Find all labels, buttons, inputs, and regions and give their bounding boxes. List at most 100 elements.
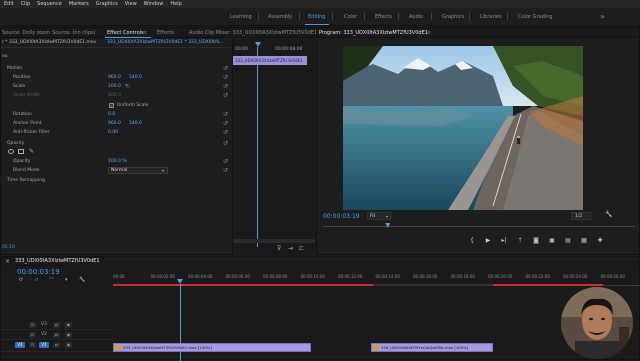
go-to-in-icon[interactable]: { <box>467 236 477 246</box>
blend-mode-row: Blend Mode Normal ▾ ↺ <box>1 167 229 176</box>
position-reset-icon[interactable]: ↺ <box>222 74 229 81</box>
anchor-reset-icon[interactable]: ↺ <box>222 120 229 127</box>
time-ruler[interactable]: 00:00 00:00:02:00 00:00:04:00 00:00:06:00 00… <box>113 270 640 288</box>
pen-mask-icon[interactable]: ✎ <box>29 148 34 155</box>
track-header-v1: V1 ⊡ V1 ⇄ ◉ <box>1 340 113 352</box>
workspace-libraries[interactable]: Libraries <box>480 14 502 20</box>
timeline-settings-icon[interactable]: 🔧 <box>79 277 85 283</box>
scale-reset-icon[interactable]: ↺ <box>222 83 229 90</box>
lock-icon[interactable]: ⊡ <box>29 342 36 348</box>
lock-icon[interactable]: ⊡ <box>29 322 36 328</box>
tab-effect-controls[interactable]: Effect Controls <box>107 30 144 36</box>
workspace-editing[interactable]: Editing <box>308 14 325 20</box>
workspace-effects[interactable]: Effects <box>375 14 392 20</box>
anchor-x-value[interactable]: 960.0 <box>108 121 121 126</box>
nest-toggle-icon[interactable]: ⟳ <box>19 277 23 283</box>
workspace-assembly[interactable]: Assembly <box>268 14 292 20</box>
mini-timeline-start: 00:00 <box>235 47 248 52</box>
tab-effects[interactable]: Effects <box>157 30 174 36</box>
mini-playhead-icon[interactable] <box>255 42 261 47</box>
timeline-menu-icon[interactable]: ≡ <box>83 258 87 264</box>
linked-selection-icon[interactable]: ⌒ <box>49 277 54 284</box>
eye-icon[interactable]: ◉ <box>65 322 72 328</box>
menu-window[interactable]: Window <box>144 1 164 7</box>
ellipse-mask-icon[interactable] <box>8 149 14 154</box>
rotation-value[interactable]: 0.0 <box>108 112 115 117</box>
menu-clip[interactable]: Clip <box>21 1 30 7</box>
rotation-reset-icon[interactable]: ↺ <box>222 111 229 118</box>
export-frame-icon[interactable]: ◙ <box>531 236 541 246</box>
timeline-clip-1[interactable]: 333_UDXl0tA3XlzlwMTZfU3V0dE1.mov [100%] <box>113 343 311 352</box>
program-menu-icon[interactable]: ≡ <box>427 30 431 36</box>
program-timecode[interactable]: 00:00:03:19 <box>323 213 360 220</box>
position-x-value[interactable]: 960.0 <box>108 75 121 80</box>
sequence-clip-path[interactable]: 333_UDXl0tA3XlzlwMTZfU3V0dE1 * 333_UDXl0… <box>107 40 223 45</box>
eye-icon[interactable]: ◉ <box>65 342 72 348</box>
play-icon[interactable]: ▶ <box>483 236 493 246</box>
comparison-view-icon[interactable]: ▣ <box>547 236 557 246</box>
motion-reset-icon[interactable]: ↺ <box>222 65 229 72</box>
program-video-frame[interactable] <box>343 46 583 210</box>
blend-mode-reset-icon[interactable]: ↺ <box>222 167 229 174</box>
timeline-timecode[interactable]: 00:00:03:19 <box>17 268 60 276</box>
workspace-overflow-icon[interactable]: » <box>600 12 605 21</box>
mini-clip-bar[interactable]: 333_UDXl0tA3XlzlwMTZfU3V0dE1 <box>233 56 307 65</box>
remove-icon[interactable]: ⊏ <box>299 245 304 252</box>
opacity-value-reset-icon[interactable]: ↺ <box>222 158 229 165</box>
menu-markers[interactable]: Markers <box>69 1 89 7</box>
ruler-tick-label: 00:00:02:00 <box>150 274 175 279</box>
program-scrub-track[interactable] <box>323 226 635 227</box>
opacity-value[interactable]: 100.0 % <box>108 159 127 164</box>
workspace-color-grading[interactable]: Color Grading <box>518 14 553 20</box>
timeline-clip-2[interactable]: 338_UDXl0tWLWTMYmZpQwMRA.mov [100%] <box>371 343 493 352</box>
effect-controls-timecode[interactable]: 05:19 <box>2 245 15 250</box>
resolution-dropdown[interactable]: 1/2 <box>571 212 591 220</box>
lock-icon[interactable]: ⊡ <box>29 332 36 338</box>
sync-lock-icon[interactable]: ⇄ <box>53 322 60 328</box>
rectangle-mask-icon[interactable] <box>18 149 24 154</box>
tab-source-dolly-zoom[interactable]: Source: Dolly zoom <box>2 30 50 36</box>
source-patch-v1[interactable]: V1 <box>15 342 25 348</box>
sync-lock-icon[interactable]: ⇄ <box>53 342 60 348</box>
track-name-v1[interactable]: V1 <box>39 342 49 348</box>
workspace-color[interactable]: Color <box>344 14 357 20</box>
panel-menu-icon[interactable]: ≡ <box>143 30 147 36</box>
wrench-icon[interactable]: 🔧 <box>605 211 612 218</box>
scale-value[interactable]: 100.0 <box>108 84 121 89</box>
fit-dropdown[interactable]: Fit ▾ <box>367 212 391 220</box>
add-marker-icon[interactable]: ▾ <box>65 277 68 283</box>
mini-zoom-scrollbar[interactable] <box>233 239 315 243</box>
export-icon[interactable]: ⇥ <box>288 245 293 252</box>
opacity-reset-icon[interactable]: ↺ <box>222 140 229 147</box>
lift-icon[interactable]: ⇡ <box>515 236 525 246</box>
eye-icon[interactable]: ◉ <box>65 332 72 338</box>
tab-source-no-clips[interactable]: Source: (no clips) <box>52 30 95 36</box>
menu-sequence[interactable]: Sequence <box>37 1 62 7</box>
workspace-learning[interactable]: Learning <box>230 14 252 20</box>
workspace-audio[interactable]: Audio <box>409 14 423 20</box>
scale-width-reset-icon[interactable]: ↺ <box>222 92 229 99</box>
blend-mode-dropdown[interactable]: Normal ▾ <box>108 167 168 174</box>
tab-program[interactable]: Program: 333_UDXl0tA3XlzlwMTZfU3V0dE1 <box>319 30 428 36</box>
workspace-graphics[interactable]: Graphics <box>442 14 464 20</box>
close-sequence-icon[interactable]: × <box>5 258 10 265</box>
master-clip-selector[interactable]: r * 333_UDXl0tA3XlzlwMTZfU3V0dE1.mov <box>2 40 96 45</box>
menu-graphics[interactable]: Graphics <box>96 1 118 7</box>
anti-flicker-value[interactable]: 0.00 <box>108 130 118 135</box>
filter-icon[interactable]: ⊽ <box>277 245 281 252</box>
anchor-y-value[interactable]: 540.0 <box>129 121 142 126</box>
menu-edit[interactable]: Edit <box>4 1 14 7</box>
menu-view[interactable]: View <box>125 1 137 7</box>
position-y-value[interactable]: 540.0 <box>129 75 142 80</box>
anti-flicker-reset-icon[interactable]: ↺ <box>222 129 229 136</box>
insert-icon[interactable]: ▤ <box>563 236 573 246</box>
snap-icon[interactable]: ∩ <box>35 277 39 283</box>
step-forward-icon[interactable]: ▸| <box>499 236 509 246</box>
opacity-heading: Opacity <box>7 141 25 146</box>
uniform-scale-checkbox[interactable]: ✓ <box>109 103 114 108</box>
menu-help[interactable]: Help <box>170 1 181 7</box>
overwrite-icon[interactable]: ▦ <box>579 236 589 246</box>
sync-lock-icon[interactable]: ⇄ <box>53 332 60 338</box>
tab-audio-clip-mixer[interactable]: Audio Clip Mixer: 333_UDXl0tA3XlzlwMTZfU… <box>189 30 317 36</box>
button-editor-icon[interactable]: ✚ <box>595 236 605 246</box>
